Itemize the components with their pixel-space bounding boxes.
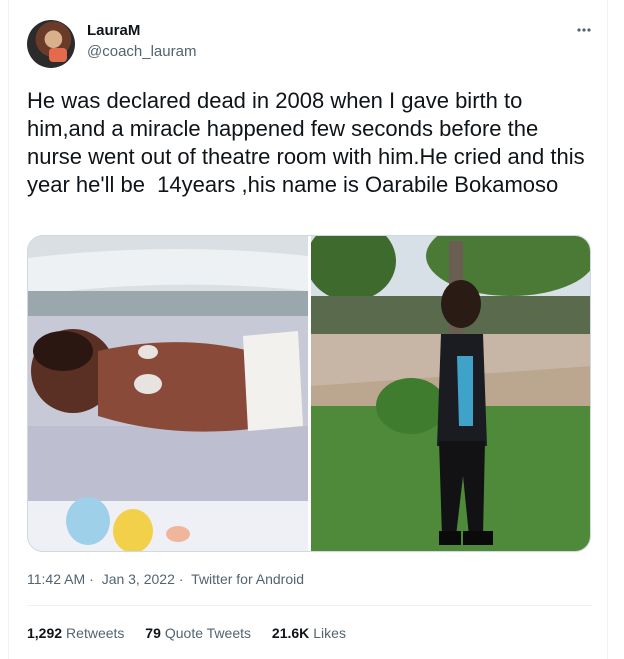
- stat-likes[interactable]: 21.6K Likes: [272, 625, 346, 641]
- tweet-date[interactable]: Jan 3, 2022: [102, 571, 175, 587]
- avatar-detail: [49, 48, 67, 62]
- tweet-meta: 11:42 AM · Jan 3, 2022 · Twitter for Andro…: [27, 571, 308, 587]
- photo-boy-standing[interactable]: [311, 236, 590, 551]
- stat-count: 79: [145, 625, 161, 641]
- photo-baby-incubator[interactable]: [28, 236, 308, 551]
- stat-count: 21.6K: [271, 625, 310, 641]
- tweet-stats: 1,292 Retweets 79 Quote Tweets 21.6K Likes: [27, 625, 363, 641]
- tweet-source[interactable]: Twitter for Android: [191, 571, 304, 587]
- stat-label: Retweets: [66, 625, 125, 641]
- stat-quote-tweets[interactable]: 79 Quote Tweets: [145, 625, 251, 641]
- tweet-text: He was declared dead in 2008 when I gave…: [27, 88, 591, 197]
- more-horizontal-icon[interactable]: [574, 22, 594, 38]
- avatar[interactable]: [27, 20, 75, 68]
- stat-count: 1,292: [27, 625, 63, 641]
- meta-separator: ·: [178, 571, 184, 587]
- divider: [27, 605, 592, 606]
- stat-label: Quote Tweets: [164, 625, 252, 641]
- stat-retweets[interactable]: 1,292 Retweets: [27, 625, 124, 641]
- media-grid: [27, 235, 591, 552]
- meta-separator: ·: [89, 571, 94, 587]
- display-name[interactable]: LauraM: [87, 22, 140, 39]
- stat-label: Likes: [313, 625, 346, 641]
- handle[interactable]: @coach_lauram: [87, 43, 196, 60]
- tweet-time[interactable]: 11:42 AM: [27, 571, 85, 587]
